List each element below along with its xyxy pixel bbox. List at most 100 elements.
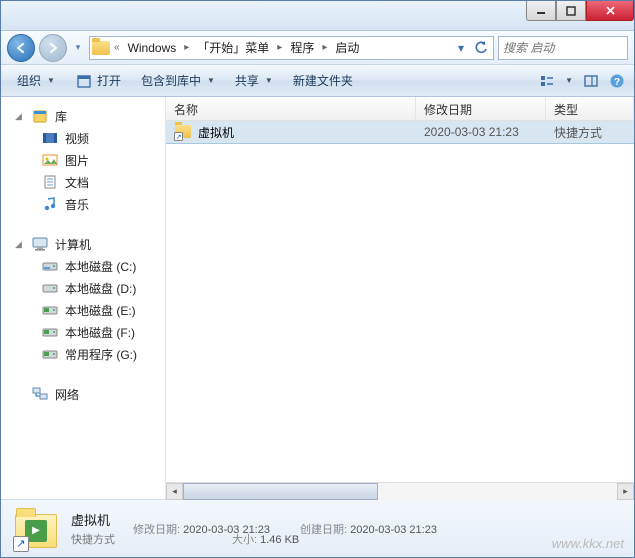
file-list-pane: 名称 修改日期 类型 ↗ 虚拟机 2020-03-03 21:23 快捷方式 ◂… bbox=[166, 97, 634, 499]
organize-button[interactable]: 组织▼ bbox=[7, 68, 65, 94]
minimize-button[interactable] bbox=[526, 1, 556, 21]
details-size: 大小: 1.46 KB bbox=[232, 531, 299, 547]
help-button[interactable]: ? bbox=[606, 70, 628, 92]
tree-label: 常用程序 (G:) bbox=[65, 346, 137, 363]
window-controls bbox=[526, 1, 634, 21]
tree-item-drive-f[interactable]: 本地磁盘 (F:) bbox=[1, 321, 165, 343]
maximize-button[interactable] bbox=[556, 1, 586, 21]
shortcut-folder-icon: ▶ ↗ bbox=[13, 506, 59, 552]
column-headers: 名称 修改日期 类型 bbox=[166, 97, 634, 121]
details-name: 虚拟机 bbox=[71, 510, 115, 529]
breadcrumb-label: Windows bbox=[128, 41, 177, 55]
details-type: 快捷方式 bbox=[71, 531, 115, 547]
pictures-icon bbox=[41, 151, 59, 169]
column-header-type[interactable]: 类型 bbox=[546, 97, 634, 120]
navbar: ▾ « Windows ▸ 「开始」菜单 ▸ 程序 ▸ 启动 ▾ bbox=[1, 31, 634, 65]
horizontal-scrollbar[interactable]: ◂ ▸ bbox=[166, 482, 634, 499]
file-row[interactable]: ↗ 虚拟机 2020-03-03 21:23 快捷方式 bbox=[166, 121, 634, 143]
tree-label: 网络 bbox=[55, 386, 79, 403]
file-type-cell: 快捷方式 bbox=[546, 124, 634, 141]
scroll-left-button[interactable]: ◂ bbox=[166, 483, 183, 500]
breadcrumb-item[interactable]: Windows bbox=[124, 37, 181, 59]
new-folder-button[interactable]: 新建文件夹 bbox=[283, 68, 363, 94]
breadcrumb-label: 启动 bbox=[335, 39, 359, 56]
tree-label: 本地磁盘 (F:) bbox=[65, 324, 135, 341]
tree-label: 库 bbox=[55, 108, 67, 125]
column-header-modified[interactable]: 修改日期 bbox=[416, 97, 546, 120]
tree-label: 音乐 bbox=[65, 196, 89, 213]
explorer-window: ▾ « Windows ▸ 「开始」菜单 ▸ 程序 ▸ 启动 ▾ bbox=[0, 0, 635, 558]
view-options-button[interactable] bbox=[536, 70, 558, 92]
file-modified-cell: 2020-03-03 21:23 bbox=[416, 125, 546, 139]
expand-icon[interactable]: ◢ bbox=[15, 239, 25, 250]
search-box[interactable] bbox=[498, 36, 628, 60]
breadcrumb-chevron[interactable]: ▸ bbox=[182, 42, 191, 53]
scroll-right-button[interactable]: ▸ bbox=[617, 483, 634, 500]
tree-label: 文档 bbox=[65, 174, 89, 191]
details-info: 虚拟机 快捷方式 bbox=[71, 510, 115, 547]
tree-group-libraries: ◢ 库 视频 图片 文档 音乐 bbox=[1, 105, 165, 215]
include-in-library-button[interactable]: 包含到库中▼ bbox=[131, 68, 225, 94]
file-name-cell: ↗ 虚拟机 bbox=[166, 123, 416, 141]
breadcrumb-item[interactable]: 程序 bbox=[286, 37, 318, 59]
shortcut-folder-icon: ↗ bbox=[174, 123, 192, 141]
search-input[interactable] bbox=[503, 41, 635, 55]
drive-icon bbox=[41, 323, 59, 341]
tree-item-drive-c[interactable]: 本地磁盘 (C:) bbox=[1, 255, 165, 277]
tree-label: 本地磁盘 (E:) bbox=[65, 302, 136, 319]
tree-group-computer: ◢ 计算机 本地磁盘 (C:) 本地磁盘 (D:) 本地磁盘 (E:) 本地磁盘… bbox=[1, 233, 165, 365]
titlebar bbox=[1, 1, 634, 31]
tree-item-music[interactable]: 音乐 bbox=[1, 193, 165, 215]
breadcrumb-label: 程序 bbox=[290, 39, 314, 56]
details-thumbnail: ▶ ↗ bbox=[13, 506, 59, 552]
open-button[interactable]: 打开 bbox=[65, 68, 131, 94]
details-pane: ▶ ↗ 虚拟机 快捷方式 修改日期: 2020-03-03 21:23 创建日期… bbox=[1, 499, 634, 557]
forward-button[interactable] bbox=[39, 34, 67, 62]
tree-root-network[interactable]: ◢ 网络 bbox=[1, 383, 165, 405]
toolbar-right: ▼ ? bbox=[536, 70, 628, 92]
details-meta-2: 大小: 1.46 KB bbox=[232, 531, 299, 547]
library-icon bbox=[31, 107, 49, 125]
tree-item-drive-d[interactable]: 本地磁盘 (D:) bbox=[1, 277, 165, 299]
close-button[interactable] bbox=[586, 1, 634, 21]
history-dropdown[interactable]: ▾ bbox=[71, 38, 85, 58]
preview-pane-button[interactable] bbox=[580, 70, 602, 92]
view-dropdown[interactable]: ▼ bbox=[562, 76, 576, 85]
tree-group-network: ◢ 网络 bbox=[1, 383, 165, 405]
breadcrumb-item[interactable]: 启动 bbox=[331, 37, 363, 59]
music-icon bbox=[41, 195, 59, 213]
tree-item-drive-e[interactable]: 本地磁盘 (E:) bbox=[1, 299, 165, 321]
tree-item-videos[interactable]: 视频 bbox=[1, 127, 165, 149]
breadcrumb-chevron[interactable]: ▸ bbox=[320, 42, 329, 53]
tree-root-computer[interactable]: ◢ 计算机 bbox=[1, 233, 165, 255]
address-dropdown[interactable]: ▾ bbox=[451, 37, 471, 59]
navigation-pane: ◢ 库 视频 图片 文档 音乐 ◢ 计算机 本地磁盘 (C:) 本地磁盘 (D:… bbox=[1, 97, 166, 499]
documents-icon bbox=[41, 173, 59, 191]
breadcrumb-item[interactable]: 「开始」菜单 bbox=[193, 37, 273, 59]
file-list[interactable]: ↗ 虚拟机 2020-03-03 21:23 快捷方式 bbox=[166, 121, 634, 482]
toolbar-label: 包含到库中 bbox=[141, 72, 201, 89]
back-button[interactable] bbox=[7, 34, 35, 62]
column-header-name[interactable]: 名称 bbox=[166, 97, 416, 120]
scroll-thumb[interactable] bbox=[183, 483, 378, 500]
tree-item-drive-g[interactable]: 常用程序 (G:) bbox=[1, 343, 165, 365]
drive-icon bbox=[41, 301, 59, 319]
refresh-button[interactable] bbox=[471, 37, 491, 59]
breadcrumb-chevron[interactable]: ▸ bbox=[275, 42, 284, 53]
breadcrumb-label: 「开始」菜单 bbox=[197, 39, 269, 56]
share-button[interactable]: 共享▼ bbox=[225, 68, 283, 94]
tree-label: 视频 bbox=[65, 130, 89, 147]
drive-icon bbox=[41, 257, 59, 275]
drive-icon bbox=[41, 345, 59, 363]
address-controls: ▾ bbox=[451, 37, 491, 59]
tree-item-documents[interactable]: 文档 bbox=[1, 171, 165, 193]
scroll-track[interactable] bbox=[183, 483, 617, 500]
tree-label: 计算机 bbox=[55, 236, 91, 253]
toolbar-label: 共享 bbox=[235, 72, 259, 89]
breadcrumb-prefix-chevron[interactable]: « bbox=[112, 42, 122, 53]
tree-root-libraries[interactable]: ◢ 库 bbox=[1, 105, 165, 127]
expand-icon[interactable]: ◢ bbox=[15, 111, 25, 122]
tree-item-pictures[interactable]: 图片 bbox=[1, 149, 165, 171]
address-bar[interactable]: « Windows ▸ 「开始」菜单 ▸ 程序 ▸ 启动 ▾ bbox=[89, 36, 494, 60]
toolbar-label: 组织 bbox=[17, 72, 41, 89]
